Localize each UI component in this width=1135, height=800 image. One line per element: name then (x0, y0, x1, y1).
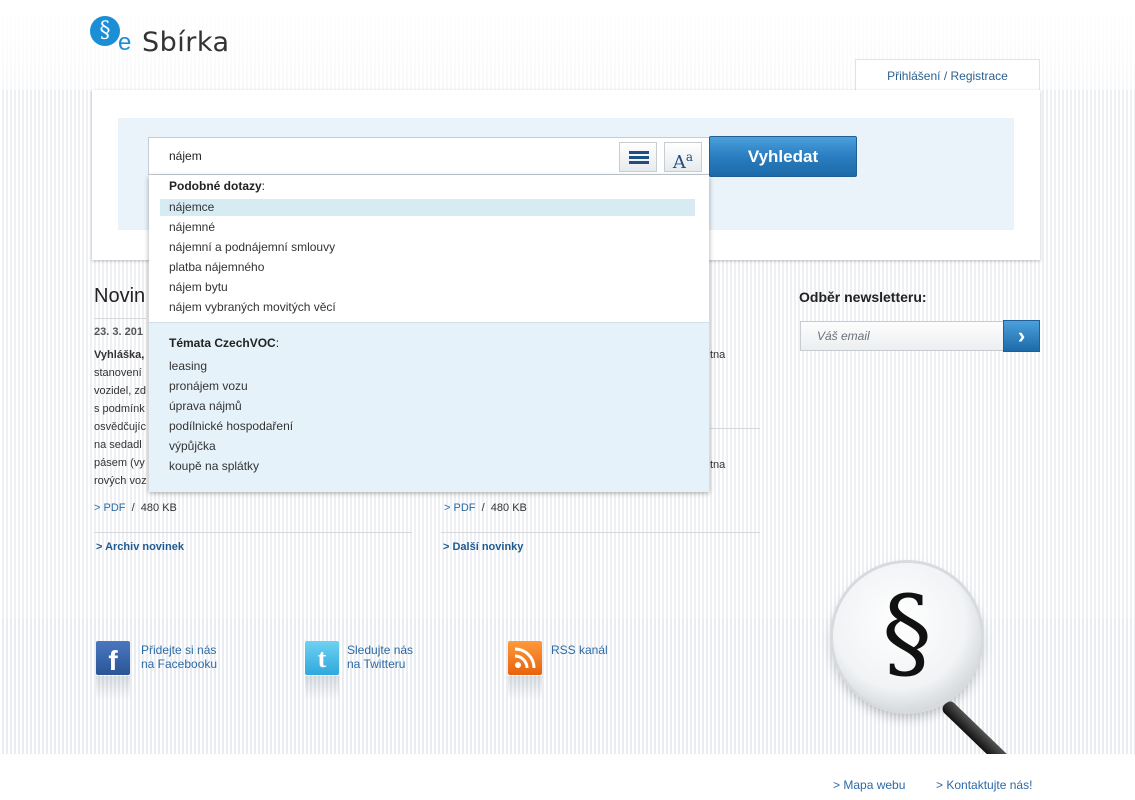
news-text-fragment: tna (710, 349, 726, 361)
suggestion-item[interactable]: nájem vybraných movitých věcí (160, 299, 695, 316)
news-text-line: pásem (vy (94, 457, 145, 469)
news-archive-link[interactable]: > Archiv novinek (96, 541, 184, 553)
logo-text: Sbírka (142, 27, 230, 58)
chevron-right-icon: › (1017, 323, 1026, 348)
pdf-download-right[interactable]: > PDF / 480 KB (444, 502, 527, 514)
divider (441, 532, 760, 533)
font-size-icon: Aa (672, 150, 694, 173)
pdf-link[interactable]: PDF (453, 502, 475, 514)
theme-item[interactable]: podílnické hospodaření (160, 418, 695, 435)
login-register-link[interactable]: Přihlášení / Registrace (887, 69, 1008, 83)
news-text-line: s podmínk (94, 403, 145, 415)
logo-e: e (118, 29, 132, 56)
facebook-link[interactable]: Přidejte si nás na Facebooku (141, 643, 217, 671)
suggestion-item[interactable]: nájemné (160, 219, 695, 236)
newsletter-email-input[interactable]: Váš email (800, 321, 1004, 351)
divider (94, 318, 146, 319)
facebook-icon[interactable]: f (96, 641, 130, 676)
suggestion-item[interactable]: platba nájemného (160, 259, 695, 276)
newsletter-submit-button[interactable]: › (1003, 320, 1040, 352)
file-size: 480 KB (490, 502, 527, 514)
divider (94, 532, 412, 533)
news-text-line: vozidel, zd (94, 385, 146, 397)
rss-link[interactable]: RSS kanál (551, 643, 608, 657)
twitter-link[interactable]: Sledujte nás na Twitteru (347, 643, 413, 671)
news-date: 23. 3. 201 (94, 326, 143, 338)
news-heading: Novin (94, 285, 146, 307)
news-text-line: na sedadl (94, 439, 142, 451)
themes-title: Témata CzechVOC: (169, 336, 280, 350)
suggestion-item[interactable]: nájemce (160, 199, 695, 216)
similar-queries-section: Podobné dotazy: nájemce nájemné nájemní … (149, 175, 709, 322)
news-text-line: stanovení (94, 367, 142, 379)
newsletter-title: Odběr newsletteru: (799, 289, 927, 305)
suggestion-item[interactable]: nájem bytu (160, 279, 695, 296)
pdf-link[interactable]: PDF (103, 502, 125, 514)
login-tab: Přihlášení / Registrace (855, 59, 1040, 91)
divider (710, 428, 760, 429)
theme-item[interactable]: pronájem vozu (160, 378, 695, 395)
file-size: 480 KB (140, 502, 177, 514)
paragraph-symbol: § (882, 574, 932, 691)
news-text-line: rových voz (94, 475, 147, 487)
footer-bar (0, 754, 1135, 800)
theme-item[interactable]: výpůjčka (160, 438, 695, 455)
list-icon (629, 151, 649, 166)
theme-item[interactable]: úprava nájmů (160, 398, 695, 415)
news-text-line: osvědčujíc (94, 421, 146, 433)
paragraph-logo-icon: § (90, 16, 120, 46)
search-suggestions-dropdown: Podobné dotazy: nájemce nájemné nájemní … (149, 175, 709, 492)
news-text-fragment: tna (710, 459, 726, 471)
pdf-download-left[interactable]: > PDF / 480 KB (94, 502, 177, 514)
rss-icon[interactable] (508, 641, 542, 675)
more-news-link[interactable]: > Další novinky (443, 541, 523, 553)
czechvoc-themes-section: Témata CzechVOC: leasing pronájem vozu ú… (149, 322, 709, 492)
news-text-line: Vyhláška, (94, 349, 145, 361)
search-button[interactable]: Vyhledat (709, 136, 857, 177)
twitter-icon[interactable]: t (305, 641, 339, 675)
contact-link[interactable]: > Kontaktujte nás! (936, 778, 1032, 792)
sitemap-link[interactable]: > Mapa webu (833, 778, 905, 792)
theme-item[interactable]: leasing (160, 358, 695, 375)
list-view-button[interactable] (619, 142, 657, 172)
similar-queries-title: Podobné dotazy: (169, 179, 266, 193)
theme-item[interactable]: koupě na splátky (160, 458, 695, 475)
suggestion-item[interactable]: nájemní a podnájemní smlouvy (160, 239, 695, 256)
font-size-button[interactable]: Aa (664, 142, 702, 173)
